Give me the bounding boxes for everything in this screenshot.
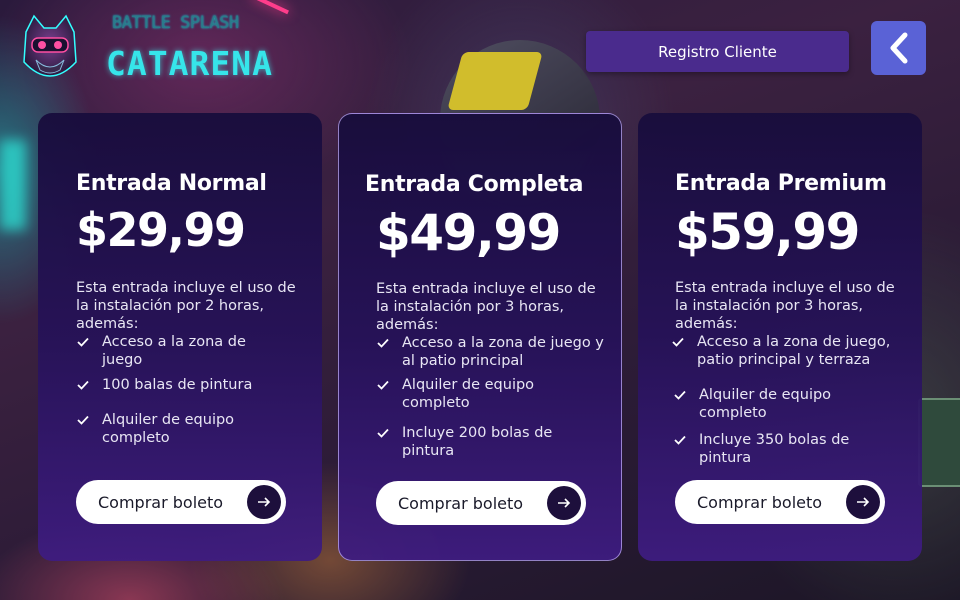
feature-item: Acceso a la zona de juego y al patio pri… <box>376 334 604 370</box>
brand-name: CATARENA <box>106 44 273 83</box>
plan-price: $59,99 <box>675 203 860 261</box>
check-icon <box>377 428 389 438</box>
check-icon <box>77 415 89 425</box>
pricing-card-premium: Entrada Premium $59,99 Esta entrada incl… <box>638 113 922 561</box>
plan-name: Entrada Completa <box>365 172 584 197</box>
background-patch <box>918 398 960 487</box>
arrow-right-icon <box>247 485 281 519</box>
back-button[interactable] <box>871 21 926 75</box>
check-icon <box>674 435 686 445</box>
buy-ticket-button[interactable]: Comprar boleto <box>376 481 586 525</box>
feature-item: Alquiler de equipo completo <box>76 411 286 447</box>
register-client-button[interactable]: Registro Cliente <box>586 31 849 72</box>
plan-price: $49,99 <box>376 204 561 262</box>
plan-price: $29,99 <box>76 203 246 257</box>
check-icon <box>377 380 389 390</box>
plan-name: Entrada Normal <box>76 171 267 196</box>
check-icon <box>672 337 684 347</box>
feature-item: Incluye 350 bolas de pintura <box>673 431 883 467</box>
plan-description: Esta entrada incluye el uso de la instal… <box>675 280 895 332</box>
cat-logo-icon <box>14 14 86 86</box>
buy-ticket-button[interactable]: Comprar boleto <box>76 480 286 524</box>
pricing-card-complete: Entrada Completa $49,99 Esta entrada inc… <box>338 113 622 561</box>
chevron-left-icon <box>890 32 907 64</box>
buy-ticket-button[interactable]: Comprar boleto <box>675 480 885 524</box>
arrow-right-icon <box>846 485 880 519</box>
feature-item: Alquiler de equipo completo <box>673 386 883 422</box>
feature-item: Incluye 200 bolas de pintura <box>376 424 586 460</box>
check-icon <box>77 337 89 347</box>
pricing-card-normal: Entrada Normal $29,99 Esta entrada inclu… <box>38 113 322 561</box>
brand-tagline: BATTLE SPLASH <box>112 13 239 33</box>
check-icon <box>674 390 686 400</box>
feature-item: 100 balas de pintura <box>76 376 286 394</box>
feature-item: Acceso a la zona de juego, patio princip… <box>671 333 903 369</box>
arrow-right-icon <box>547 486 581 520</box>
background-visor <box>447 52 543 110</box>
plan-name: Entrada Premium <box>675 171 887 196</box>
background-neon-line <box>251 0 289 15</box>
check-icon <box>377 338 389 348</box>
background-neon-glow <box>0 140 26 230</box>
feature-item: Acceso a la zona de juego <box>76 333 286 369</box>
check-icon <box>77 380 89 390</box>
plan-description: Esta entrada incluye el uso de la instal… <box>376 281 596 333</box>
feature-item: Alquiler de equipo completo <box>376 376 586 412</box>
plan-description: Esta entrada incluye el uso de la instal… <box>76 280 296 332</box>
